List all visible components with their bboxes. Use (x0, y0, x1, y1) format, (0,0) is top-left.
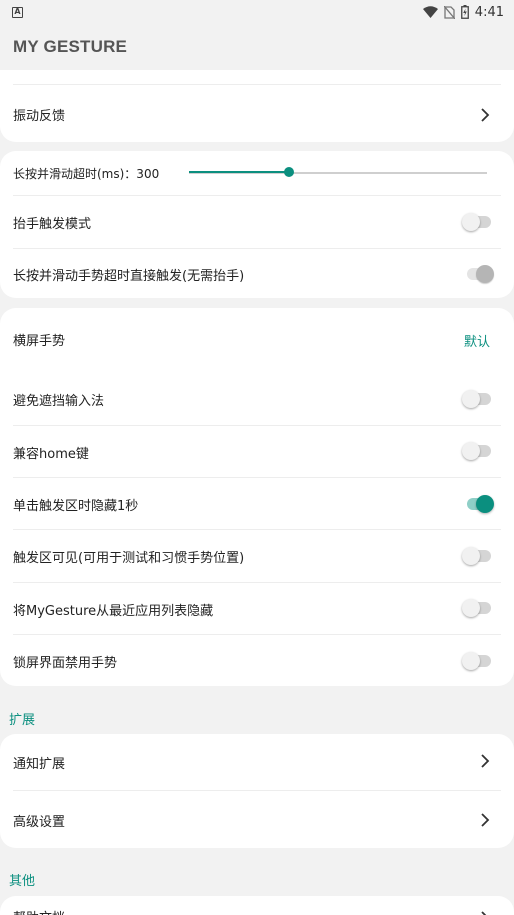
app-bar: MY GESTURE (0, 24, 514, 70)
chevron-right-icon (481, 754, 490, 768)
home-compat-row[interactable]: 兼容home键 (0, 426, 514, 478)
disable-on-lockscreen-row[interactable]: 锁屏界面禁用手势 (0, 635, 514, 687)
slider-thumb[interactable] (283, 167, 294, 177)
toggle-thumb (462, 213, 480, 231)
trigger-visible-label: 触发区可见(可用于测试和习惯手势位置) (13, 550, 245, 566)
page-title: MY GESTURE (13, 37, 128, 56)
home-compat-label: 兼容home键 (13, 446, 89, 462)
chevron-right-icon (481, 911, 487, 915)
notification-extend-label: 通知扩展 (13, 756, 66, 772)
section-title-other: 其他 (9, 874, 36, 889)
toggle-thumb (462, 442, 480, 460)
chevron-right-icon (481, 813, 490, 827)
trigger-visible-toggle[interactable] (462, 546, 492, 566)
long-press-timeout-label: 长按并滑动超时(ms)：300 (13, 166, 160, 181)
section-title-extend: 扩展 (9, 713, 36, 728)
hide-on-tap-row[interactable]: 单击触发区时隐藏1秒 (0, 478, 514, 530)
chevron-right-icon (481, 108, 490, 122)
status-bar: A 4:41 (0, 0, 514, 24)
direct-trigger-toggle[interactable] (466, 264, 494, 284)
vibration-feedback-label: 振动反馈 (13, 108, 66, 124)
slider-fill (189, 171, 289, 173)
lift-trigger-mode-toggle[interactable] (462, 212, 492, 232)
hide-from-recents-label: 将MyGesture从最近应用列表隐藏 (13, 603, 214, 619)
landscape-gesture-label: 横屏手势 (13, 333, 66, 349)
toggle-thumb (476, 495, 494, 513)
toggle-thumb (462, 599, 480, 617)
avoid-ime-label: 避免遮挡输入法 (13, 393, 105, 409)
battery-charging-icon (460, 5, 469, 19)
avoid-ime-toggle[interactable] (462, 389, 492, 409)
toggle-thumb (476, 265, 494, 283)
vibration-feedback-row[interactable]: 振动反馈 (0, 88, 514, 140)
hide-from-recents-toggle[interactable] (462, 598, 492, 618)
notification-a-icon: A (12, 6, 23, 18)
advanced-settings-label: 高级设置 (13, 814, 66, 830)
no-sim-icon (443, 5, 455, 19)
direct-trigger-row[interactable]: 长按并滑动手势超时直接触发(无需抬手) (0, 249, 514, 299)
hide-on-tap-label: 单击触发区时隐藏1秒 (13, 498, 139, 514)
disable-on-lockscreen-label: 锁屏界面禁用手势 (13, 655, 118, 671)
disable-on-lockscreen-toggle[interactable] (462, 651, 492, 671)
notification-extend-row[interactable]: 通知扩展 (0, 736, 514, 788)
divider (13, 84, 501, 85)
toggle-thumb (462, 652, 480, 670)
toggle-thumb (462, 390, 480, 408)
toggle-thumb (462, 547, 480, 565)
help-docs-row[interactable]: 帮助文档 (0, 898, 514, 915)
clock: 4:41 (474, 4, 504, 20)
help-docs-label: 帮助文档 (13, 907, 501, 915)
direct-trigger-label: 长按并滑动手势超时直接触发(无需抬手) (13, 268, 245, 284)
trigger-visible-row[interactable]: 触发区可见(可用于测试和习惯手势位置) (0, 530, 514, 582)
lift-trigger-mode-row[interactable]: 抬手触发模式 (0, 196, 514, 248)
long-press-timeout-slider[interactable] (189, 167, 487, 177)
lift-trigger-mode-label: 抬手触发模式 (13, 216, 92, 232)
hide-on-tap-toggle[interactable] (466, 494, 494, 514)
hide-from-recents-row[interactable]: 将MyGesture从最近应用列表隐藏 (0, 583, 514, 635)
wifi-icon (422, 6, 438, 18)
home-compat-toggle[interactable] (462, 441, 492, 461)
divider (13, 790, 501, 791)
avoid-ime-row[interactable]: 避免遮挡输入法 (0, 373, 514, 425)
advanced-settings-row[interactable]: 高级设置 (0, 794, 514, 846)
landscape-gesture-value[interactable]: 默认 (464, 331, 490, 350)
landscape-gesture-row[interactable]: 横屏手势 (0, 313, 514, 365)
